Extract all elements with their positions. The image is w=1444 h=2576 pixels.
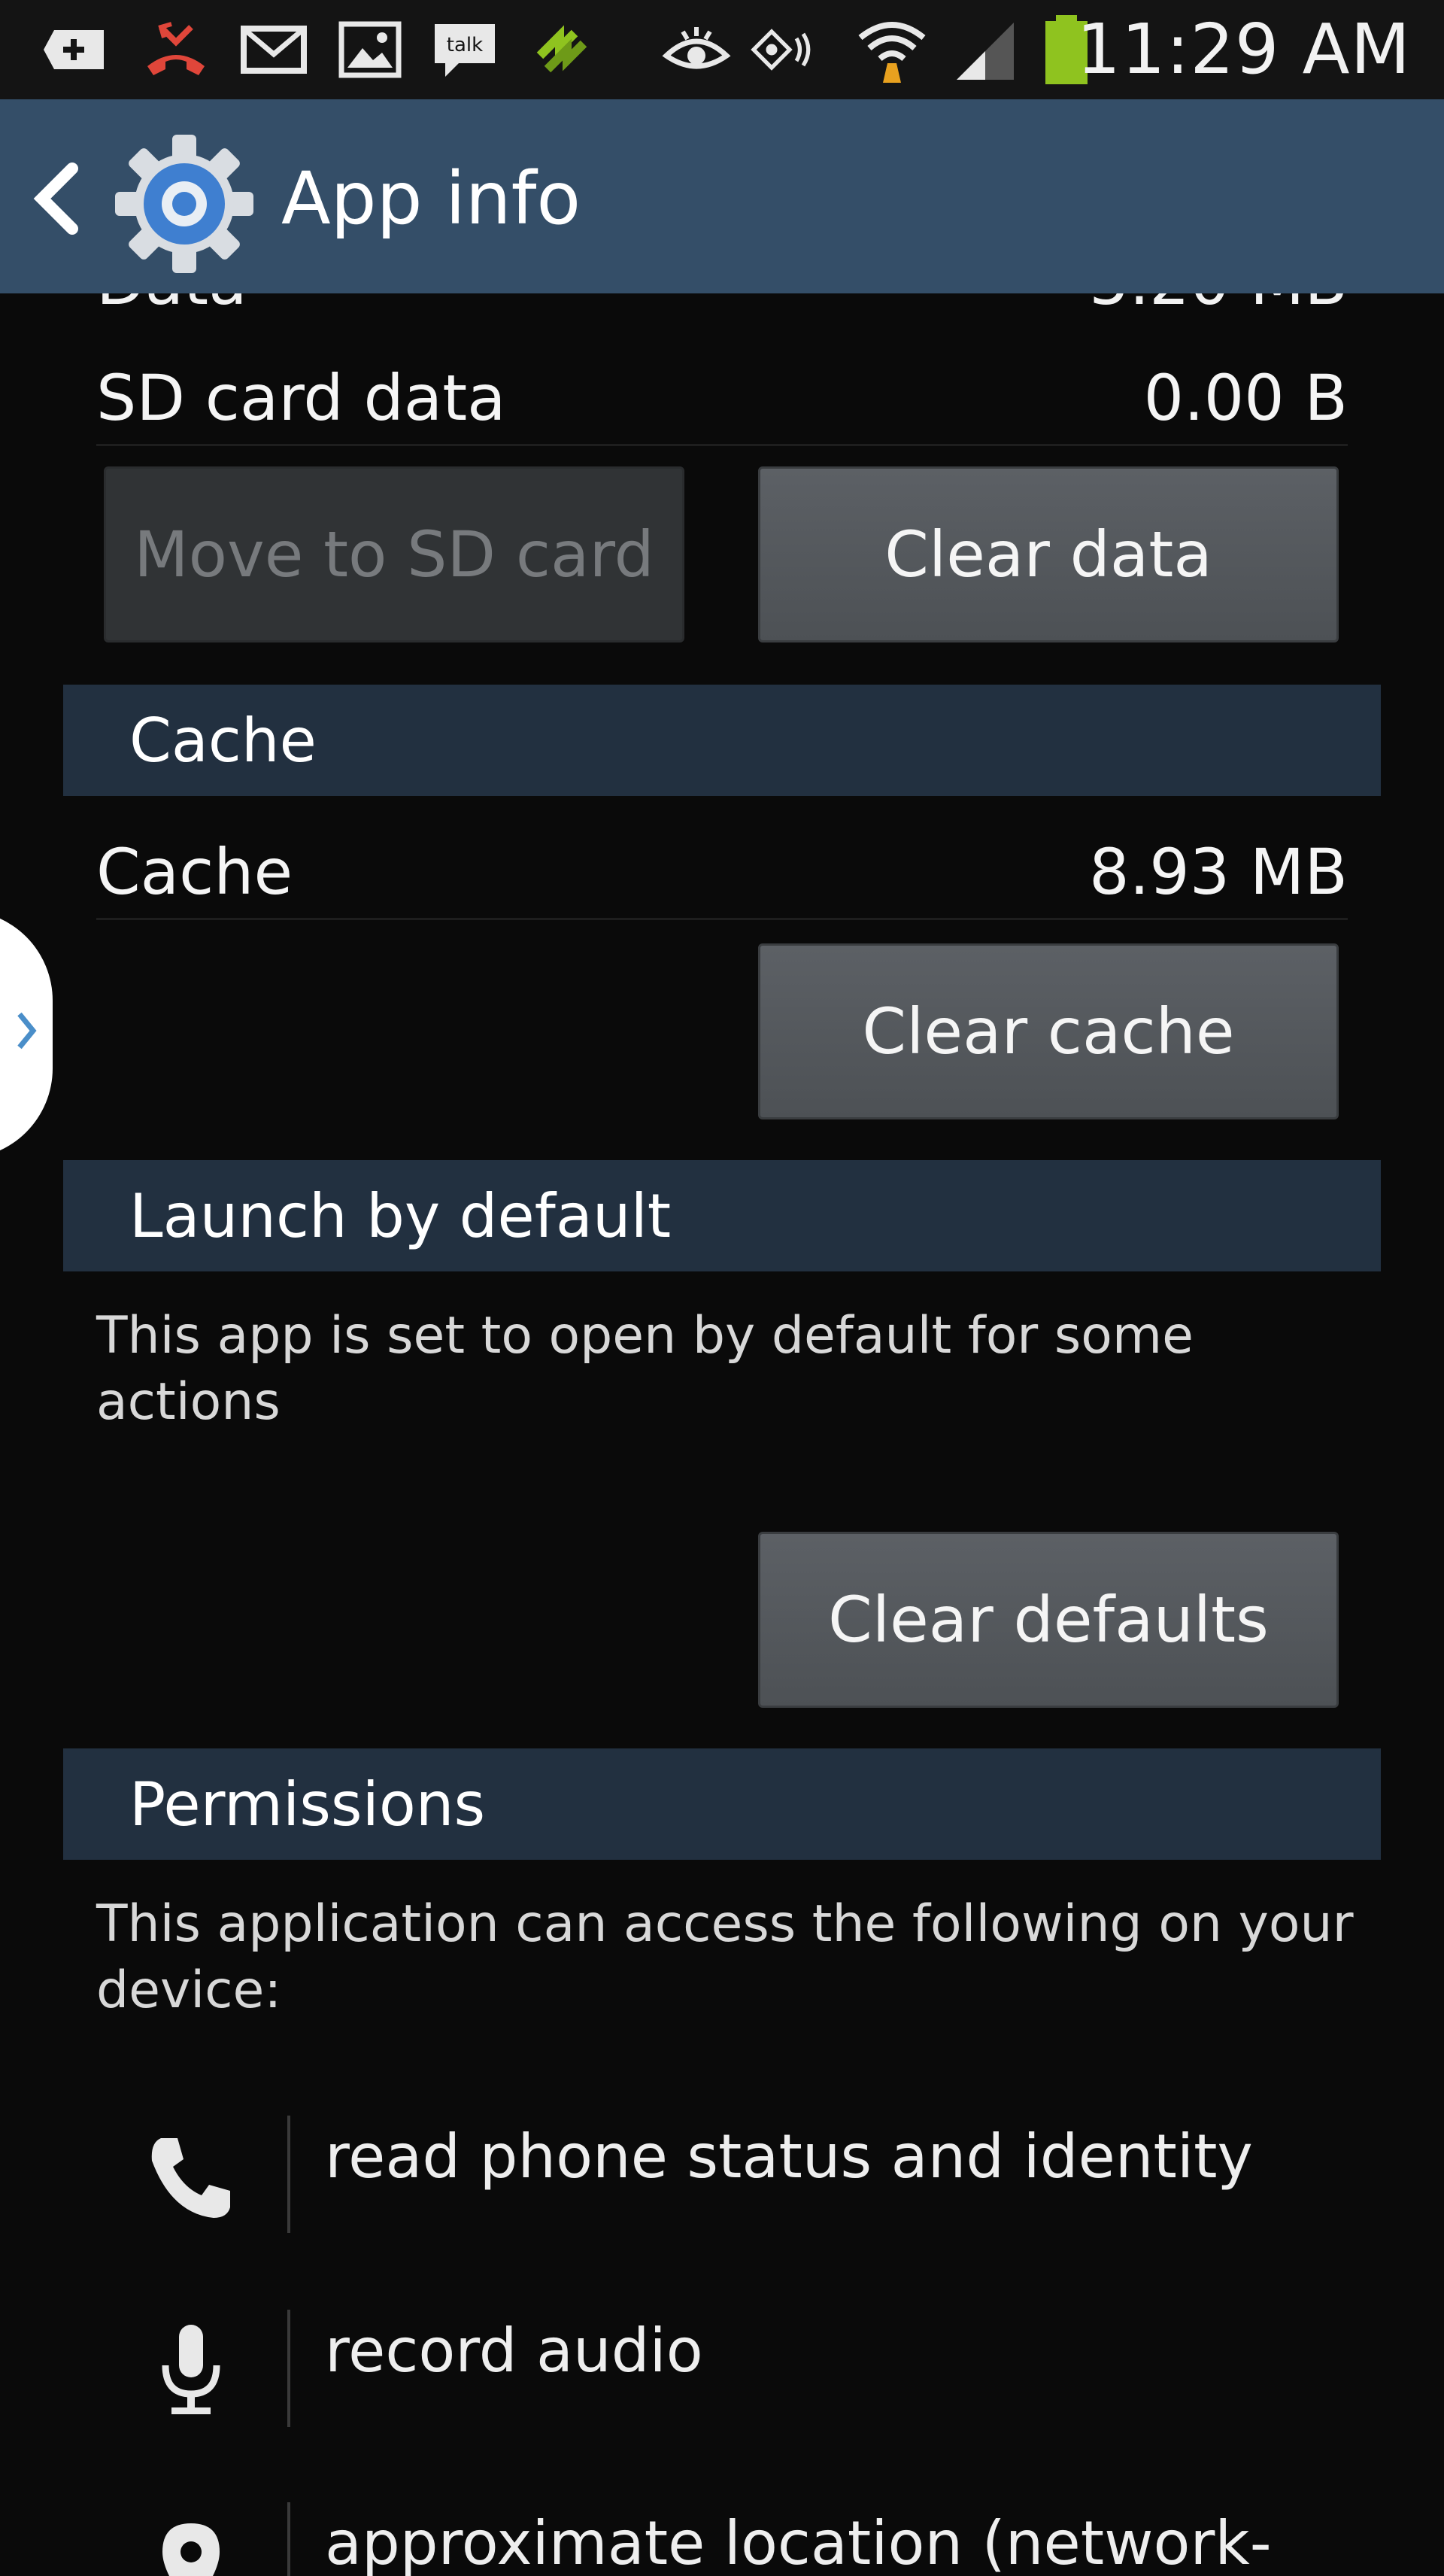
data-row-value: 5.20 MB bbox=[1089, 293, 1348, 319]
page-title: App info bbox=[281, 156, 581, 241]
move-to-sd-card-button: Move to SD card bbox=[104, 466, 684, 642]
svg-text:talk: talk bbox=[447, 34, 483, 56]
sd-card-data-row: SD card data 0.00 B bbox=[96, 361, 1348, 446]
data-row-label: Data bbox=[96, 293, 247, 319]
status-bar: talk 11:29 AM bbox=[0, 0, 1444, 99]
chevron-right-icon bbox=[17, 1012, 37, 1050]
location-pin-icon bbox=[162, 2523, 220, 2576]
sd-card-data-label: SD card data bbox=[96, 361, 506, 435]
settings-gear-icon[interactable] bbox=[114, 134, 254, 274]
permission-item[interactable]: approximate location (network- bbox=[0, 2496, 1444, 2576]
permission-label: approximate location (network- bbox=[325, 2508, 1272, 2576]
sd-card-data-value: 0.00 B bbox=[1143, 361, 1348, 435]
screen: talk 11:29 AM App info SD card data 0.00… bbox=[0, 0, 1444, 2576]
eye-icon bbox=[662, 27, 731, 69]
app-info-content[interactable]: Data 5.20 MB SD card data 0.00 B Move to… bbox=[0, 293, 1444, 2576]
add-notification-icon bbox=[44, 30, 104, 69]
permission-divider bbox=[287, 2502, 290, 2576]
permissions-description: This application can access the followin… bbox=[96, 1894, 1354, 2020]
sync-icon bbox=[536, 25, 587, 73]
permission-divider bbox=[287, 2116, 290, 2233]
clear-defaults-button[interactable]: Clear defaults bbox=[758, 1532, 1339, 1708]
back-chevron-icon[interactable] bbox=[32, 163, 86, 235]
permission-item[interactable]: record audio bbox=[0, 2304, 1444, 2427]
cache-value: 8.93 MB bbox=[1089, 835, 1348, 909]
status-time: 11:29 AM bbox=[1076, 9, 1411, 90]
signal-icon bbox=[957, 23, 1014, 80]
nfc-icon bbox=[751, 29, 811, 71]
cache-row: Cache 8.93 MB bbox=[96, 835, 1348, 920]
microphone-icon bbox=[162, 2325, 220, 2414]
missed-call-icon bbox=[147, 22, 205, 75]
launch-by-default-section-header: Launch by default bbox=[63, 1160, 1381, 1271]
permission-item[interactable]: read phone status and identity bbox=[0, 2110, 1444, 2233]
action-bar: App info bbox=[0, 99, 1444, 293]
permission-label: record audio bbox=[325, 2316, 703, 2386]
gallery-icon bbox=[338, 21, 402, 78]
launch-by-default-description: This app is set to open by default for s… bbox=[96, 1306, 1194, 1432]
cache-section-header: Cache bbox=[63, 685, 1381, 796]
email-icon bbox=[241, 26, 307, 74]
phone-icon bbox=[151, 2138, 230, 2218]
cache-label: Cache bbox=[96, 835, 293, 909]
clear-data-button[interactable]: Clear data bbox=[758, 466, 1339, 642]
permission-divider bbox=[287, 2310, 290, 2427]
wifi-icon bbox=[858, 22, 926, 83]
data-row-partial: Data 5.20 MB bbox=[96, 293, 1348, 319]
permissions-section-header: Permissions bbox=[63, 1748, 1381, 1860]
clear-cache-button[interactable]: Clear cache bbox=[758, 943, 1339, 1119]
permission-label: read phone status and identity bbox=[325, 2122, 1253, 2192]
talk-icon: talk bbox=[435, 24, 495, 77]
